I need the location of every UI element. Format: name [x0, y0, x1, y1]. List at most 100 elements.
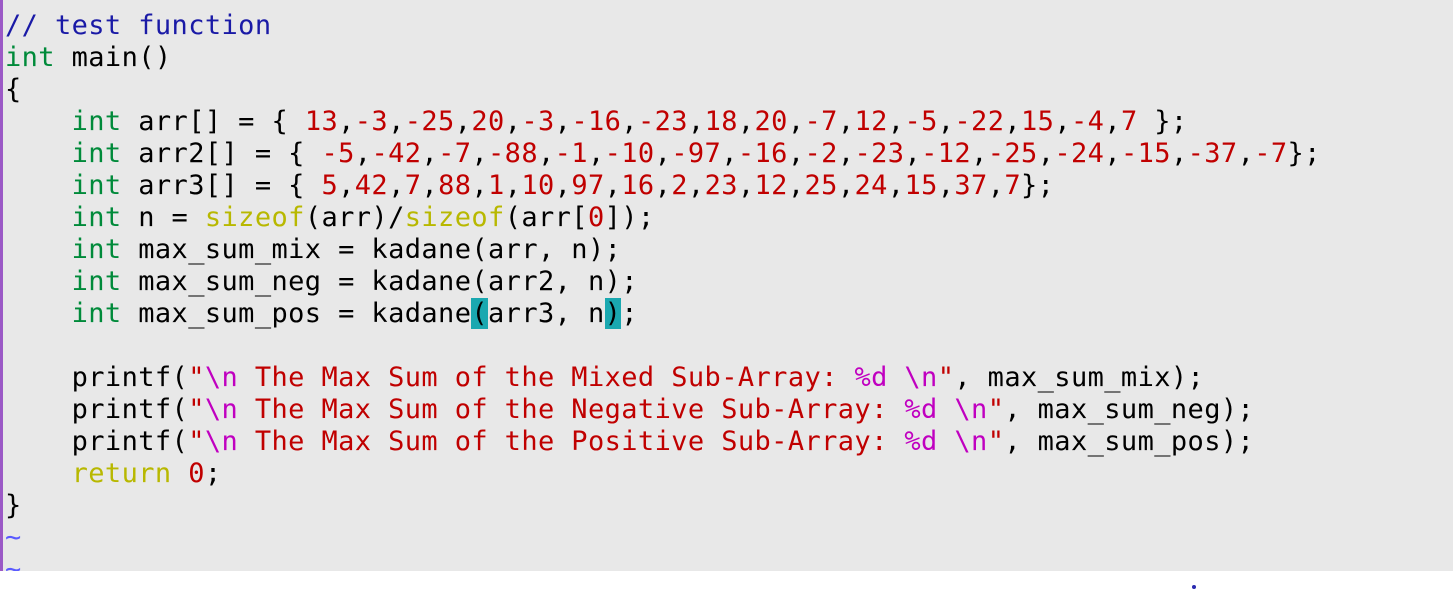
- code-token: ,: [338, 170, 355, 201]
- empty-line-marker: ~: [5, 554, 22, 571]
- code-token: The Max Sum of the Positive Sub-Array:: [238, 426, 905, 457]
- code-token: n =: [121, 202, 205, 233]
- code-token: -12: [921, 138, 972, 169]
- code-token: 7: [1120, 106, 1138, 137]
- code-line[interactable]: printf("\n The Max Sum of the Negative S…: [5, 394, 1321, 426]
- code-token: -5: [904, 106, 938, 137]
- code-token: , max_sum_neg);: [1004, 394, 1255, 425]
- code-token: ": [188, 426, 205, 457]
- code-token: return: [71, 458, 172, 489]
- code-line[interactable]: }: [5, 490, 1321, 522]
- code-token: arr3[] = {: [121, 170, 322, 201]
- code-token: ,: [887, 106, 905, 137]
- vim-editor[interactable]: // test function int main(){ int arr[] = …: [0, 0, 1453, 571]
- code-line[interactable]: int max_sum_neg = kadane(arr2, n);: [5, 266, 1321, 298]
- code-token: printf(: [5, 426, 189, 457]
- code-token: ,: [538, 138, 555, 169]
- code-token: printf(: [5, 362, 189, 393]
- code-token: 2: [671, 170, 688, 201]
- code-token: ,: [621, 106, 638, 137]
- code-token: 20: [471, 106, 505, 137]
- code-token: The Max Sum of the Negative Sub-Array:: [238, 394, 905, 425]
- code-token: -1: [554, 138, 588, 169]
- code-token: ,: [388, 106, 405, 137]
- code-line[interactable]: // test function: [5, 10, 1321, 42]
- code-token: 25: [804, 170, 838, 201]
- code-line[interactable]: int arr[] = { 13,-3,-25,20,-3,-16,-23,18…: [5, 106, 1321, 138]
- code-token: ,: [1004, 106, 1022, 137]
- code-token: max_sum_mix = kadane(arr, n);: [121, 234, 622, 265]
- code-token: ,: [904, 138, 922, 169]
- code-token: ,: [787, 170, 805, 201]
- code-token: 5: [321, 170, 339, 201]
- code-token: ": [987, 426, 1005, 457]
- code-token: };: [1287, 138, 1321, 169]
- code-token: ,: [354, 138, 372, 169]
- code-token: \n: [204, 362, 239, 393]
- code-token: ,: [1037, 138, 1055, 169]
- code-line[interactable]: int arr3[] = { 5,42,7,88,1,10,97,16,2,23…: [5, 170, 1321, 202]
- code-token: 0: [188, 458, 205, 489]
- code-token: 1: [488, 170, 505, 201]
- code-token: 10: [521, 170, 555, 201]
- code-token: sizeof: [404, 202, 505, 233]
- code-token: -25: [987, 138, 1038, 169]
- empty-line-marker: ~: [5, 522, 22, 553]
- code-line[interactable]: printf("\n The Max Sum of the Mixed Sub-…: [5, 362, 1321, 394]
- code-token: 12: [854, 106, 888, 137]
- code-token: ,: [504, 170, 522, 201]
- code-token: ": [987, 394, 1005, 425]
- code-token: -42: [371, 138, 422, 169]
- code-buffer[interactable]: // test function int main(){ int arr[] = …: [5, 10, 1321, 571]
- code-token: ,: [787, 106, 805, 137]
- code-token: int: [71, 234, 122, 265]
- code-token: ,: [554, 106, 572, 137]
- code-token: ,: [338, 106, 355, 137]
- code-token: ,: [737, 170, 755, 201]
- code-token: , max_sum_pos);: [1004, 426, 1255, 457]
- code-token: \n: [954, 394, 988, 425]
- code-line[interactable]: int max_sum_pos = kadane(arr3, n);: [5, 298, 1321, 330]
- code-line[interactable]: {: [5, 74, 1321, 106]
- code-token: {: [5, 74, 22, 105]
- code-token: ,: [971, 138, 988, 169]
- code-token: ,: [471, 138, 489, 169]
- code-line[interactable]: ~: [5, 522, 1321, 554]
- code-token: 0: [587, 202, 605, 233]
- code-line[interactable]: int n = sizeof(arr)/sizeof(arr[0]);: [5, 202, 1321, 234]
- code-comment: // test function: [5, 10, 272, 41]
- code-token: ,: [587, 138, 605, 169]
- code-token: ,: [787, 138, 805, 169]
- code-token: -3: [521, 106, 555, 137]
- code-token: -97: [671, 138, 722, 169]
- code-token: ,: [388, 170, 405, 201]
- code-token: ,: [1237, 138, 1255, 169]
- code-token: ;: [621, 298, 638, 329]
- code-line[interactable]: int arr2[] = { -5,-42,-7,-88,-1,-10,-97,…: [5, 138, 1321, 170]
- code-token: 7: [1004, 170, 1022, 201]
- code-line[interactable]: int max_sum_mix = kadane(arr, n);: [5, 234, 1321, 266]
- code-token: arr2[] = {: [121, 138, 322, 169]
- code-token: -37: [1187, 138, 1238, 169]
- code-line[interactable]: ~: [5, 554, 1321, 571]
- code-token: ,: [654, 170, 672, 201]
- code-token: ,: [837, 138, 855, 169]
- code-line[interactable]: printf("\n The Max Sum of the Positive S…: [5, 426, 1321, 458]
- status-area: [0, 571, 1453, 591]
- code-token: ,: [1170, 138, 1188, 169]
- code-token: 24: [854, 170, 888, 201]
- code-token: \n: [954, 426, 988, 457]
- code-token: ,: [837, 170, 855, 201]
- code-token: int: [71, 170, 122, 201]
- code-line[interactable]: [5, 330, 1321, 362]
- code-token: 12: [754, 170, 788, 201]
- code-line[interactable]: int main(): [5, 42, 1321, 74]
- code-token: -88: [488, 138, 538, 169]
- code-token: 16: [621, 170, 655, 201]
- code-token: -15: [1120, 138, 1171, 169]
- code-line[interactable]: return 0;: [5, 458, 1321, 490]
- code-token: int: [71, 106, 122, 137]
- code-token: ,: [887, 170, 905, 201]
